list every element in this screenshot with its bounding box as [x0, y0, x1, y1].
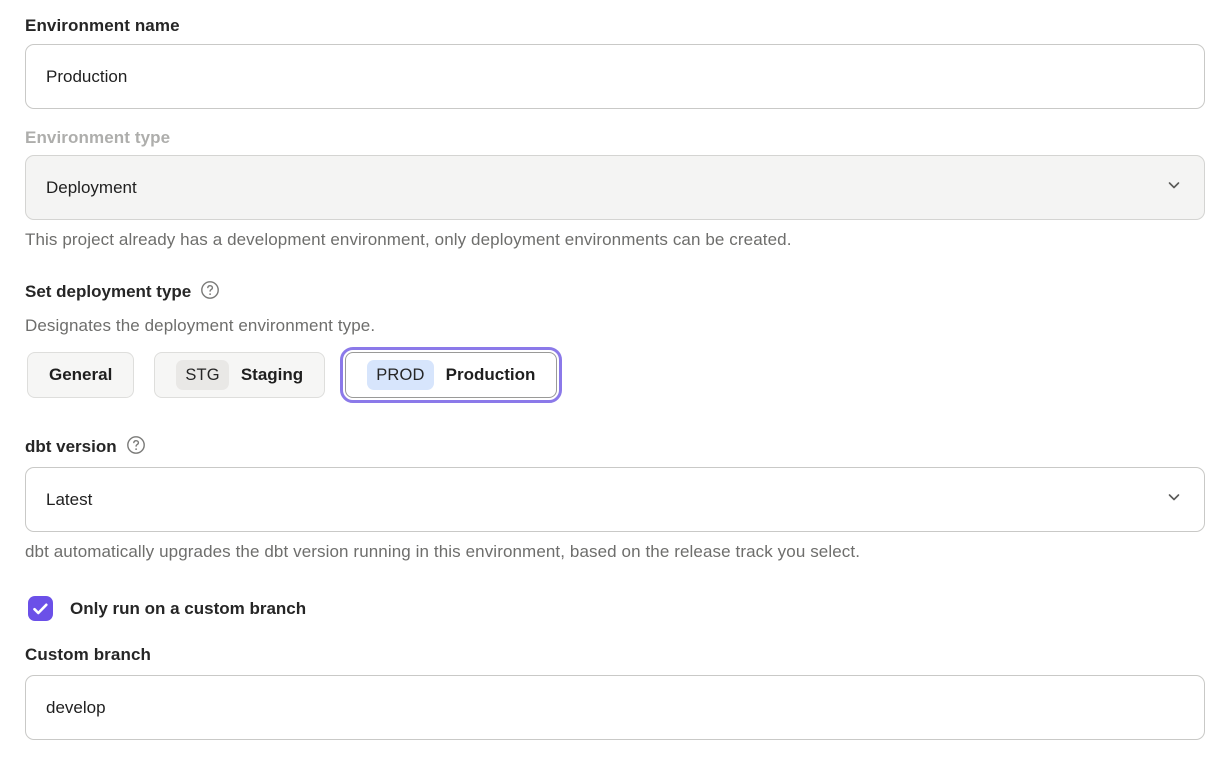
environment-settings-form: Environment name Environment type Deploy… — [0, 0, 1228, 764]
environment-name-input[interactable] — [25, 44, 1205, 109]
checkmark-icon — [33, 603, 48, 615]
deployment-type-option-staging: STG Staging — [149, 347, 330, 403]
custom-branch-input[interactable] — [25, 675, 1205, 740]
production-button[interactable]: PROD Production — [345, 352, 557, 398]
dbt-version-value: Latest — [46, 490, 92, 510]
environment-type-label: Environment type — [25, 128, 170, 148]
production-button-label: Production — [446, 365, 536, 385]
custom-branch-label: Custom branch — [25, 645, 151, 665]
general-button[interactable]: General — [27, 352, 134, 398]
dbt-version-select[interactable]: Latest — [25, 467, 1205, 532]
help-icon[interactable] — [126, 435, 146, 460]
environment-type-helper: This project already has a development e… — [25, 230, 792, 250]
deployment-type-option-production: PROD Production — [340, 347, 562, 403]
deployment-type-description: Designates the deployment environment ty… — [25, 316, 375, 336]
chevron-down-icon — [1166, 177, 1182, 198]
custom-branch-checkbox[interactable] — [28, 596, 53, 621]
custom-branch-toggle-row: Only run on a custom branch — [28, 596, 306, 621]
production-badge: PROD — [367, 360, 433, 390]
deployment-type-button-group: General STG Staging PROD Production — [22, 347, 562, 403]
dbt-version-helper: dbt automatically upgrades the dbt versi… — [25, 542, 860, 562]
staging-badge: STG — [176, 360, 229, 390]
staging-button-label: Staging — [241, 365, 303, 385]
chevron-down-icon — [1166, 489, 1182, 510]
environment-name-label: Environment name — [25, 16, 180, 36]
deployment-type-label-text: Set deployment type — [25, 282, 191, 302]
dbt-version-section-label: dbt version — [25, 434, 146, 459]
environment-type-select[interactable]: Deployment — [25, 155, 1205, 220]
staging-button[interactable]: STG Staging — [154, 352, 325, 398]
dbt-version-label-text: dbt version — [25, 437, 117, 457]
environment-type-value: Deployment — [46, 178, 137, 198]
deployment-type-section-label: Set deployment type — [25, 279, 220, 304]
custom-branch-toggle-label[interactable]: Only run on a custom branch — [70, 599, 306, 619]
general-button-label: General — [49, 365, 112, 385]
deployment-type-option-general: General — [22, 347, 139, 403]
help-icon[interactable] — [200, 280, 220, 305]
